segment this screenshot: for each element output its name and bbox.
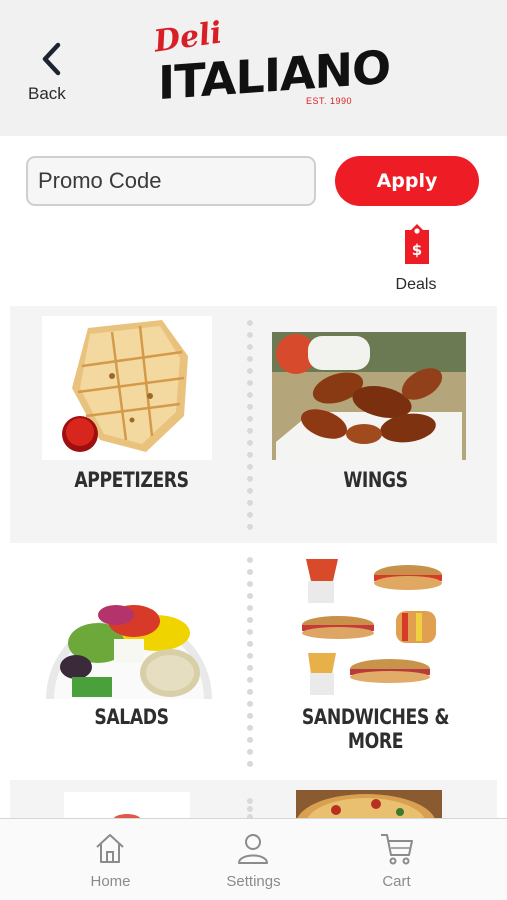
logo-est: EST. 1990 [306,96,353,106]
user-icon [238,834,268,864]
category-label: SANDWICHES & MORE [301,705,450,753]
deals-label: Deals [395,276,437,293]
category-sandwiches[interactable]: SANDWICHES & MORE [254,543,497,780]
svg-text:$: $ [412,241,422,259]
tab-label: Cart [382,873,411,890]
app-header: Back Deli ITALIANO EST. 1990 [0,0,507,136]
home-icon [96,834,124,863]
wings-image [272,332,466,460]
category-salads[interactable]: SALADS [10,543,253,780]
salads-image [46,605,212,699]
pizza-image [296,790,442,820]
category-label: APPETIZERS [74,468,189,492]
category-row: APPETIZERS WINGS [10,306,497,543]
cart-icon [381,834,413,865]
category-tile[interactable] [10,780,253,820]
category-appetizers[interactable]: APPETIZERS [10,306,253,543]
sandwiches-image [302,559,442,695]
back-label: Back [28,84,66,103]
category-label: WINGS [343,468,408,492]
row-divider [247,557,253,767]
appetizers-image [42,316,212,460]
price-tag-icon: $ [405,224,429,264]
brand-logo: Deli ITALIANO EST. 1990 [150,15,390,118]
category-row [10,780,497,820]
chevron-left-icon [42,42,61,76]
promo-code-input[interactable] [26,156,316,206]
tab-cart[interactable]: Cart [312,819,481,900]
back-button[interactable]: Back [22,38,86,108]
deals-button[interactable]: $ Deals [386,220,450,298]
category-row: SALADS SANDWICHES & MORE [10,543,497,780]
category-label: SALADS [94,705,169,729]
category-wings[interactable]: WINGS [254,306,497,543]
bottom-tab-bar: Home Settings Cart [0,818,507,900]
category-image [64,792,190,820]
row-divider [247,798,253,820]
category-tile[interactable] [254,780,497,820]
row-divider [247,320,253,530]
apply-button[interactable]: Apply [335,156,479,206]
